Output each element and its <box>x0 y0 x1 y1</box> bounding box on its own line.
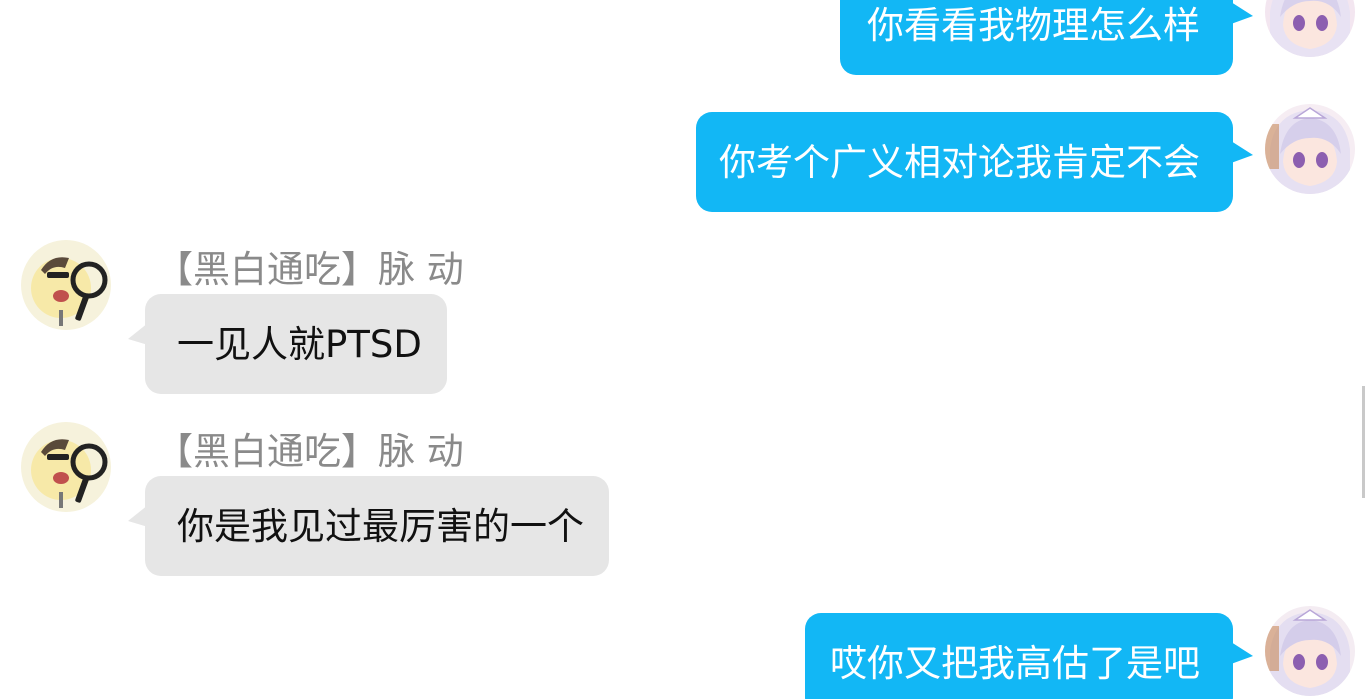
bubble-tail <box>1231 642 1253 664</box>
bubble-tail <box>1231 2 1253 24</box>
message-bubble[interactable]: 一见人就PTSD <box>145 294 447 394</box>
bubble-tail <box>1231 141 1253 163</box>
sender-name: 【黑白通吃】脉 动 <box>156 248 464 291</box>
anime-girl-avatar-icon[interactable] <box>1265 606 1355 696</box>
message-text: 你考个广义相对论我肯定不会 <box>719 140 1200 184</box>
message-bubble[interactable]: 你看看我物理怎么样 <box>840 0 1233 75</box>
cartoon-magnifier-avatar-icon[interactable] <box>21 422 111 512</box>
message-text: 你看看我物理怎么样 <box>867 3 1200 47</box>
sender-name: 【黑白通吃】脉 动 <box>156 430 464 473</box>
message-text: 你是我见过最厉害的一个 <box>177 504 584 548</box>
message-text: 哎你又把我高估了是吧 <box>830 641 1200 685</box>
message-bubble[interactable]: 你考个广义相对论我肯定不会 <box>696 112 1233 212</box>
anime-girl-avatar-icon[interactable] <box>1265 0 1355 57</box>
message-bubble[interactable]: 哎你又把我高估了是吧 <box>805 613 1233 699</box>
chat-message-list[interactable]: 你看看我物理怎么样 你考个广义相对论我肯定不会 【黑白通吃】脉 动 一见人就PT… <box>0 0 1365 699</box>
anime-girl-avatar-icon[interactable] <box>1265 104 1355 194</box>
message-text: 一见人就PTSD <box>177 322 422 366</box>
message-bubble[interactable]: 你是我见过最厉害的一个 <box>145 476 609 576</box>
cartoon-magnifier-avatar-icon[interactable] <box>21 240 111 330</box>
